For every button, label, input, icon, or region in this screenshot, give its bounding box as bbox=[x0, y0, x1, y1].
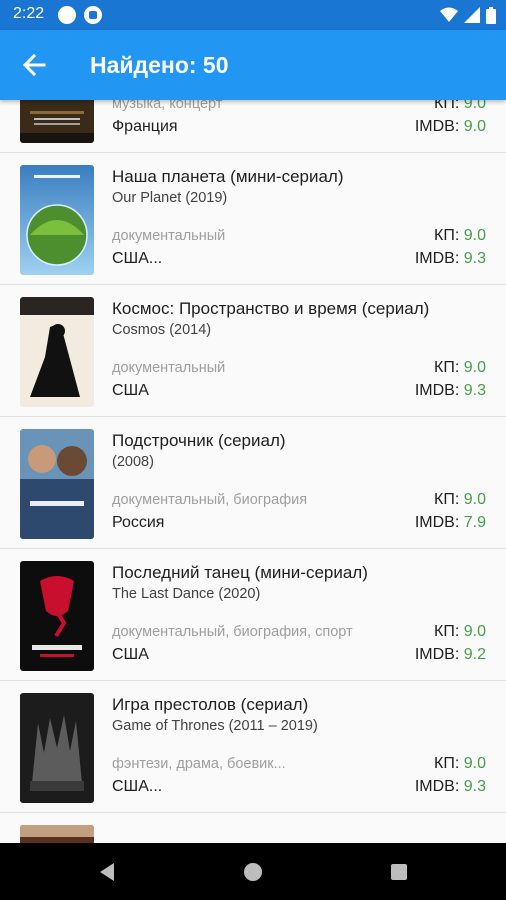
item-genre: документальный bbox=[112, 360, 226, 376]
item-title: Последний танец (мини-сериал) bbox=[112, 563, 368, 582]
imdb-rating: IMDB: 7.9 bbox=[415, 514, 486, 532]
item-title: Игра престолов (сериал) bbox=[112, 695, 309, 714]
imdb-rating: IMDB: 9.3 bbox=[415, 382, 486, 400]
battery-icon bbox=[486, 6, 496, 24]
item-genre: документальный, биография bbox=[112, 492, 308, 508]
item-subtitle: The Last Dance (2020) bbox=[112, 586, 261, 602]
poster-image bbox=[20, 165, 94, 275]
item-subtitle: Cosmos (2014) bbox=[112, 322, 212, 338]
item-country: США bbox=[112, 646, 149, 663]
imdb-label: IMDB: bbox=[414, 646, 460, 663]
imdb-rating: IMDB: 9.2 bbox=[415, 646, 486, 664]
list-item[interactable]: Подстрочник (сериал) (2008) документальн… bbox=[0, 417, 506, 549]
imdb-label: IMDB: bbox=[414, 778, 460, 795]
circle-home-icon bbox=[244, 863, 262, 881]
kp-label: КП: bbox=[434, 100, 460, 112]
imdb-value: 7.9 bbox=[463, 514, 486, 531]
item-title: Наша планета (мини-сериал) bbox=[112, 167, 344, 186]
kp-label: КП: bbox=[434, 359, 460, 376]
status-time: 2:22 bbox=[13, 5, 45, 22]
list-item[interactable]: Космос: Пространство и время (сериал) Co… bbox=[0, 285, 506, 417]
item-country: США bbox=[112, 382, 149, 399]
item-country: Франция bbox=[112, 118, 178, 135]
poster-image bbox=[20, 561, 94, 671]
kp-label: КП: bbox=[434, 755, 460, 772]
kp-label: КП: bbox=[434, 227, 460, 244]
list-item[interactable]: Игра престолов (сериал) Game of Thrones … bbox=[0, 681, 506, 813]
results-list[interactable]: музыка, концерт Франция КП: 9.0 IMDB: 9.… bbox=[0, 100, 506, 843]
item-title: Космос: Пространство и время (сериал) bbox=[112, 299, 430, 318]
imdb-label: IMDB: bbox=[414, 514, 460, 531]
imdb-value: 9.3 bbox=[463, 250, 486, 267]
imdb-rating: IMDB: 9.3 bbox=[415, 250, 486, 268]
triangle-back-icon bbox=[100, 863, 114, 881]
app-bar: Найдено: 50 bbox=[0, 30, 506, 100]
list-item[interactable]: музыка, концерт Франция КП: 9.0 IMDB: 9.… bbox=[0, 100, 506, 153]
item-genre: фэнтези, драма, боевик... bbox=[112, 756, 286, 772]
nav-recents-button[interactable] bbox=[384, 857, 414, 887]
imdb-value: 9.3 bbox=[463, 778, 486, 795]
poster-image bbox=[20, 429, 94, 539]
imdb-label: IMDB: bbox=[414, 382, 460, 399]
item-genre: документальный bbox=[112, 228, 226, 244]
back-button[interactable] bbox=[18, 49, 52, 81]
kp-rating: КП: 9.0 bbox=[434, 359, 486, 377]
item-subtitle: Game of Thrones (2011 – 2019) bbox=[112, 718, 318, 734]
item-subtitle: (2008) bbox=[112, 454, 154, 470]
kp-value: 9.0 bbox=[463, 623, 486, 640]
item-genre: музыка, концерт bbox=[112, 100, 223, 112]
status-bar: 2:22 bbox=[0, 0, 506, 30]
kp-label: КП: bbox=[434, 491, 460, 508]
imdb-value: 9.0 bbox=[463, 118, 486, 135]
kp-rating: КП: 9.0 bbox=[434, 623, 486, 641]
imdb-rating: IMDB: 9.0 bbox=[415, 118, 486, 136]
imdb-rating: IMDB: 9.3 bbox=[415, 778, 486, 796]
poster-image bbox=[20, 693, 94, 803]
list-item[interactable]: Наша планета (мини-сериал) Our Planet (2… bbox=[0, 153, 506, 285]
item-genre: документальный, биография, спорт bbox=[112, 624, 353, 640]
poster-image bbox=[20, 100, 94, 143]
imdb-label: IMDB: bbox=[414, 118, 460, 135]
list-item[interactable]: Последний танец (мини-сериал) The Last D… bbox=[0, 549, 506, 681]
wifi-icon bbox=[440, 7, 458, 22]
app-notification-icon bbox=[84, 6, 102, 24]
imdb-label: IMDB: bbox=[414, 250, 460, 267]
square-recents-icon bbox=[391, 864, 407, 880]
poster-image bbox=[20, 825, 94, 843]
item-country: США... bbox=[112, 250, 163, 267]
item-title: Подстрочник (сериал) bbox=[112, 431, 286, 450]
signal-icon bbox=[464, 7, 480, 23]
item-country: Россия bbox=[112, 514, 165, 531]
kp-rating: КП: 9.0 bbox=[434, 100, 486, 113]
kp-value: 9.0 bbox=[463, 100, 486, 112]
nav-back-button[interactable] bbox=[92, 857, 122, 887]
list-item[interactable] bbox=[0, 813, 506, 843]
arrow-left-icon bbox=[22, 53, 46, 77]
kp-value: 9.0 bbox=[463, 755, 486, 772]
imdb-value: 9.2 bbox=[463, 646, 486, 663]
item-country: США... bbox=[112, 778, 163, 795]
imdb-value: 9.3 bbox=[463, 382, 486, 399]
kp-value: 9.0 bbox=[463, 359, 486, 376]
page-title: Найдено: 50 bbox=[90, 52, 229, 78]
kp-rating: КП: 9.0 bbox=[434, 227, 486, 245]
status-icons bbox=[440, 6, 496, 24]
kp-rating: КП: 9.0 bbox=[434, 755, 486, 773]
notification-dot-icon bbox=[58, 6, 76, 24]
kp-rating: КП: 9.0 bbox=[434, 491, 486, 509]
system-nav-bar bbox=[0, 843, 506, 900]
kp-value: 9.0 bbox=[463, 491, 486, 508]
poster-image bbox=[20, 297, 94, 407]
kp-value: 9.0 bbox=[463, 227, 486, 244]
nav-home-button[interactable] bbox=[238, 857, 268, 887]
kp-label: КП: bbox=[434, 623, 460, 640]
item-subtitle: Our Planet (2019) bbox=[112, 190, 228, 206]
